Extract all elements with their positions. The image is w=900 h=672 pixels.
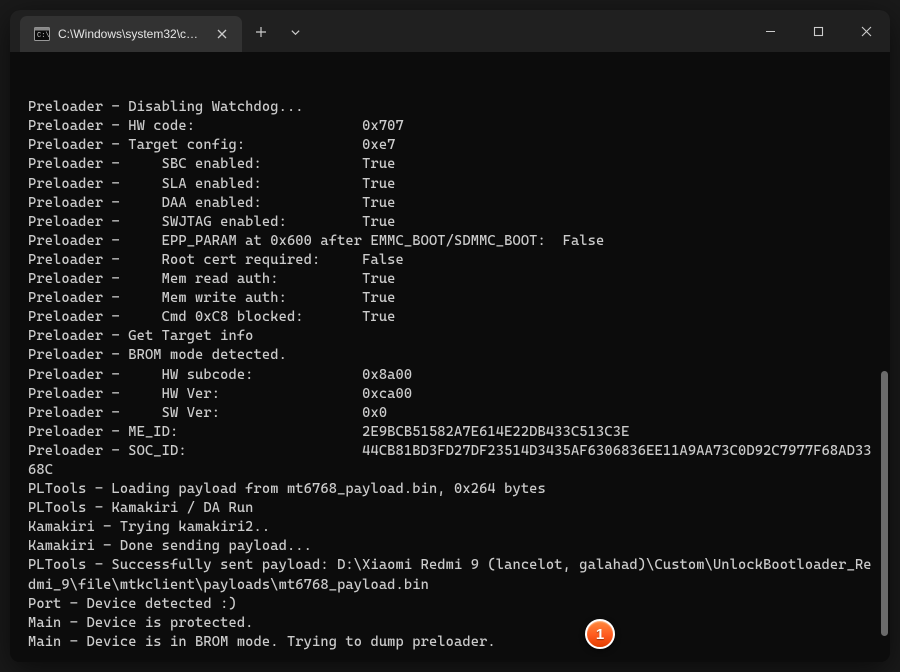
annotation-badge-1: 1 xyxy=(585,619,615,649)
maximize-button[interactable] xyxy=(794,10,842,52)
minimize-button[interactable] xyxy=(746,10,794,52)
window-controls xyxy=(746,10,890,52)
new-tab-button[interactable] xyxy=(244,16,278,48)
terminal-pane[interactable]: Preloader - Disabling Watchdog... Preloa… xyxy=(10,52,890,662)
titlebar-drag-area[interactable] xyxy=(312,10,746,52)
tab-close-button[interactable] xyxy=(212,24,232,44)
scrollbar-track[interactable] xyxy=(880,52,888,642)
terminal-window: C:\ C:\Windows\system32\cmd.e xyxy=(10,10,890,662)
cmd-icon: C:\ xyxy=(34,26,50,42)
active-tab[interactable]: C:\ C:\Windows\system32\cmd.e xyxy=(20,16,242,52)
terminal-output: Preloader - Disabling Watchdog... Preloa… xyxy=(28,98,880,652)
tab-title: C:\Windows\system32\cmd.e xyxy=(58,27,204,41)
titlebar: C:\ C:\Windows\system32\cmd.e xyxy=(10,10,890,52)
close-window-button[interactable] xyxy=(842,10,890,52)
tab-dropdown-button[interactable] xyxy=(278,16,312,48)
scrollbar-thumb[interactable] xyxy=(881,371,888,637)
svg-text:C:\: C:\ xyxy=(37,32,50,40)
